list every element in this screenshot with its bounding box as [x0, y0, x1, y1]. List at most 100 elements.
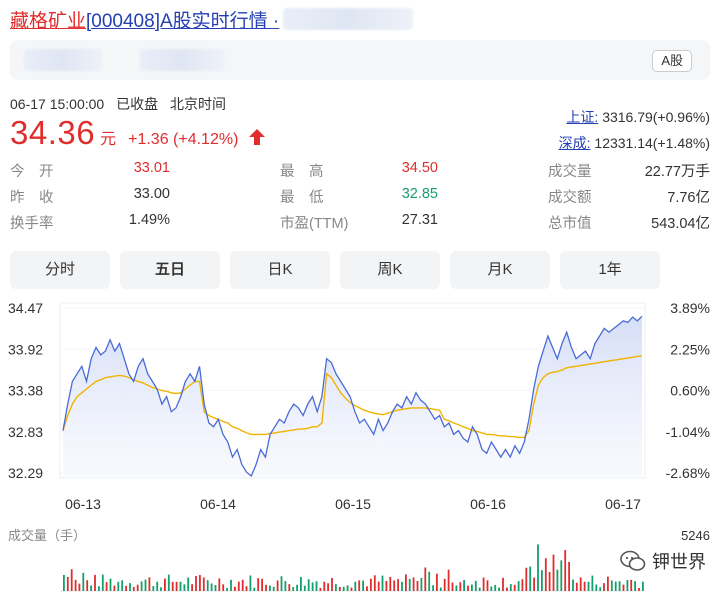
index-link-sh[interactable]: 上证: [566, 109, 598, 125]
volume-bar [506, 587, 508, 591]
watermark-text: 钾世界 [652, 552, 706, 572]
volume-bar [237, 581, 240, 591]
volume-bar [525, 567, 528, 591]
volume-bar [420, 577, 423, 591]
volume-bar [109, 578, 112, 591]
stat-value: 34.50 [401, 160, 438, 176]
volume-bar [241, 579, 244, 591]
index-link-sz[interactable]: 深成: [559, 135, 591, 151]
volume-bar [74, 579, 77, 591]
y-pct-tick-label: -2.68% [666, 465, 710, 481]
blurred-item [140, 49, 224, 71]
volume-bar [373, 575, 376, 591]
tab-weekly-k[interactable]: 周K [340, 251, 440, 289]
volume-bar [517, 581, 520, 591]
volume-bar [622, 584, 625, 591]
volume-bar [424, 567, 427, 591]
volume-bar [381, 575, 384, 591]
volume-bar [121, 580, 124, 591]
timezone-label: 北京时间 [169, 96, 226, 112]
volume-bar [556, 569, 559, 591]
tab-five-day[interactable]: 五日 [120, 251, 220, 289]
volume-bar [486, 580, 489, 591]
volume-bar [94, 574, 96, 591]
y-pct-tick-label: 3.89% [670, 300, 710, 316]
market-badge[interactable]: A股 [652, 50, 692, 72]
price-chart[interactable]: 34.47 3.89% 33.92 2.25% 33.38 0.60% 32.83 -1.04… [0, 295, 720, 593]
y-pct-tick-label: -1.04% [666, 424, 710, 440]
volume-bar [513, 584, 516, 591]
volume-bar [618, 581, 621, 591]
stock-title-rest[interactable]: [000408]A股实时行情 · [86, 11, 279, 32]
volume-bar [533, 577, 535, 591]
volume-bar [552, 554, 555, 591]
blurred-title-suffix [283, 8, 414, 30]
volume-bar [82, 572, 85, 591]
volume-bar [432, 585, 434, 591]
volume-bar [397, 579, 399, 591]
quote-status: 06-17 15:00:00 已收盘 北京时间 [10, 94, 234, 114]
volume-bar [210, 583, 213, 591]
volume-bar [156, 581, 159, 591]
volume-bar [113, 585, 116, 591]
stat-value: 22.77万手 [644, 164, 710, 180]
y-tick-label: 32.83 [8, 424, 43, 440]
volume-bar [269, 585, 271, 591]
volume-bar [70, 569, 73, 591]
stock-name[interactable]: 藏格矿业 [10, 11, 86, 32]
volume-bar [587, 581, 590, 591]
volume-bar [541, 570, 543, 591]
volume-bar [335, 584, 337, 591]
y-tick-label: 33.92 [8, 341, 43, 357]
volume-bar [234, 586, 236, 591]
stat-value: 32.85 [401, 186, 438, 202]
stat-value: 33.01 [133, 160, 170, 176]
page-title-row: 藏格矿业[000408]A股实时行情 · [10, 6, 414, 33]
chart-period-tabs: 分时 五日 日K 周K 月K 1年 [10, 251, 710, 289]
volume-bar [323, 581, 326, 591]
volume-bar [280, 576, 283, 591]
current-price: 34.36 [10, 114, 96, 151]
volume-bar [346, 585, 349, 591]
volume-bar [354, 581, 357, 591]
stat-value: 543.04亿 [651, 216, 710, 232]
volume-bar [101, 574, 104, 591]
tab-intraday[interactable]: 分时 [10, 251, 110, 289]
stat-value: 7.76亿 [667, 190, 710, 206]
volume-bar [412, 577, 415, 591]
volume-bar [603, 583, 605, 591]
volume-bar [350, 587, 353, 591]
stat-value: 1.49% [128, 212, 170, 228]
volume-bar [428, 571, 431, 591]
index-row-sz: 深成: 12331.14(+1.48%) [559, 130, 710, 156]
volume-bar [276, 580, 279, 591]
volume-bar [218, 578, 221, 591]
quote-datetime: 06-17 15:00:00 [10, 96, 105, 112]
volume-max-label: 5246 [681, 528, 710, 543]
tab-daily-k[interactable]: 日K [230, 251, 330, 289]
volume-bar [599, 587, 602, 591]
volume-axis-label: 成交量（手） [8, 528, 86, 543]
volume-bar [272, 586, 275, 591]
volume-bar [171, 581, 174, 591]
volume-bar [389, 577, 392, 591]
volume-bar [140, 581, 143, 591]
volume-bar [638, 588, 640, 591]
tab-monthly-k[interactable]: 月K [450, 251, 550, 289]
volume-bar [183, 584, 186, 591]
volume-bar [230, 579, 232, 591]
index-value-sh: 3316.79(+0.96%) [602, 109, 710, 125]
volume-bar [568, 561, 570, 591]
volume-bar [199, 575, 201, 591]
volume-bar [63, 574, 65, 591]
stats-row: 换手率 1.49% 市盈(TTM) 27.31 总市值 543.04亿 [10, 212, 710, 238]
volume-bar [393, 580, 396, 591]
volume-bar [245, 586, 248, 591]
price-unit: 元 [100, 131, 117, 148]
stat-label: 换手率 [10, 216, 54, 232]
tab-one-year[interactable]: 1年 [560, 251, 660, 289]
y-pct-tick-label: 0.60% [670, 383, 710, 399]
volume-bar [164, 578, 166, 591]
stock-title-link[interactable]: 藏格矿业[000408]A股实时行情 · [10, 6, 279, 33]
volume-bar [401, 581, 403, 591]
